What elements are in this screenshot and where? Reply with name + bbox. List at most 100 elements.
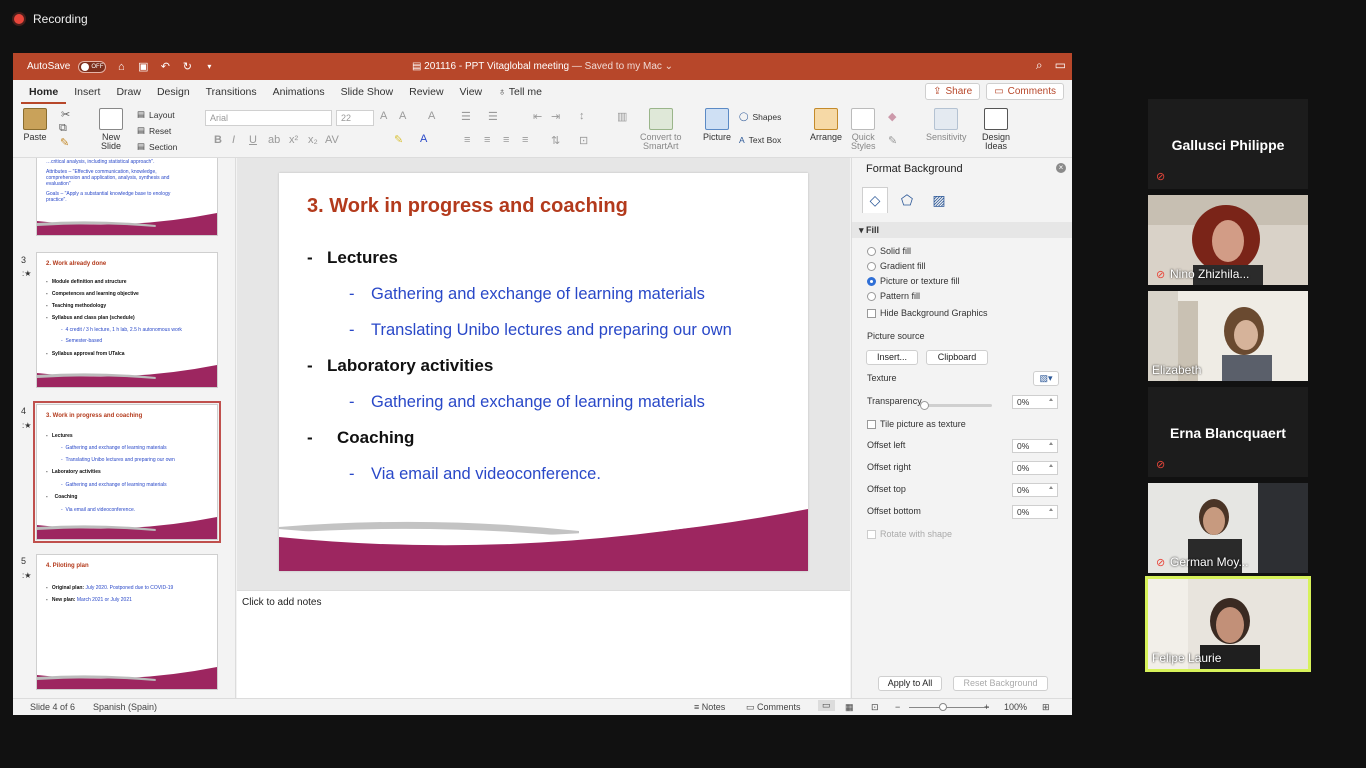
slider-knob[interactable]: [920, 401, 929, 410]
pattern-fill-option[interactable]: Pattern fill: [867, 291, 920, 301]
shapes-button[interactable]: ◯ Shapes: [739, 111, 781, 122]
picture-fill-option[interactable]: Picture or texture fill: [867, 276, 960, 286]
slide-thumbnail-4[interactable]: 3. Work in progress and coaching - Lectu…: [33, 401, 221, 543]
offset-bottom-field[interactable]: 0%: [1012, 505, 1058, 519]
tab-insert[interactable]: Insert: [66, 80, 108, 104]
columns-icon[interactable]: ▥: [617, 110, 627, 123]
subscript-icon[interactable]: x₂: [308, 134, 318, 146]
slide-thumbnail-2[interactable]: …critical analysis, including statistica…: [36, 158, 218, 236]
tab-review[interactable]: Review: [401, 80, 451, 104]
justify-icon[interactable]: ≡: [522, 134, 528, 146]
copy-icon[interactable]: ⧉: [59, 122, 67, 135]
home-icon[interactable]: ⌂: [114, 61, 128, 73]
slide-subbullet[interactable]: - Translating Unibo lectures and preparin…: [349, 321, 732, 340]
tile-texture-option[interactable]: Tile picture as texture: [867, 419, 966, 429]
offset-top-field[interactable]: 0%: [1012, 483, 1058, 497]
reset-button[interactable]: ▤ Reset: [137, 125, 171, 136]
slide-thumbnail-5[interactable]: 4. Piloting plan - Original plan: July 2…: [36, 554, 218, 690]
font-color-icon[interactable]: A: [420, 133, 427, 145]
texture-picker-icon[interactable]: ▧▾: [1033, 371, 1059, 386]
tab-transitions[interactable]: Transitions: [198, 80, 265, 104]
numbering-icon[interactable]: ☰: [488, 110, 498, 123]
participant-tile-active-speaker[interactable]: Felipe Laurie: [1145, 576, 1311, 672]
participant-tile[interactable]: ⊘ Nino Zhizhila...: [1148, 195, 1308, 285]
align-left-icon[interactable]: ≡: [464, 134, 470, 146]
tab-animations[interactable]: Animations: [265, 80, 333, 104]
align-text-icon[interactable]: ⊡: [579, 134, 588, 147]
slide-sorter-icon[interactable]: ▦: [845, 702, 854, 713]
rotate-with-shape-option[interactable]: Rotate with shape: [867, 529, 952, 539]
zoom-level[interactable]: 100%: [1004, 702, 1027, 712]
share-button[interactable]: ⇪ Share: [925, 83, 981, 100]
slide-thumbnail-3[interactable]: 2. Work already done - Module definition…: [36, 252, 218, 388]
participant-tile[interactable]: ⊘ German Moy...: [1148, 483, 1308, 573]
slide-editor[interactable]: 3. Work in progress and coaching - Lectur…: [237, 158, 850, 590]
checkbox[interactable]: [867, 419, 876, 429]
text-direction-icon[interactable]: ⇅: [551, 134, 560, 147]
gradient-fill-option[interactable]: Gradient fill: [867, 261, 926, 271]
slide-subbullet[interactable]: - Gathering and exchange of learning mate…: [349, 393, 705, 412]
design-ideas-button[interactable]: Design Ideas: [982, 108, 1010, 151]
tab-draw[interactable]: Draw: [108, 80, 149, 104]
checkbox[interactable]: [867, 308, 876, 318]
participant-tile[interactable]: Elizabeth: [1148, 291, 1308, 381]
offset-left-field[interactable]: 0%: [1012, 439, 1058, 453]
font-name-select[interactable]: Arial: [205, 110, 332, 126]
clipboard-button[interactable]: Clipboard: [926, 350, 988, 365]
reset-background-button[interactable]: Reset Background: [953, 676, 1048, 691]
highlight-icon[interactable]: ✎: [394, 133, 403, 146]
text-box-button[interactable]: A Text Box: [739, 135, 781, 145]
transparency-field[interactable]: 0%: [1012, 395, 1058, 409]
font-size-select[interactable]: 22: [336, 110, 374, 126]
character-spacing-icon[interactable]: AV: [325, 134, 339, 146]
current-slide[interactable]: 3. Work in progress and coaching - Lectur…: [279, 173, 808, 571]
account-icon[interactable]: ▭: [1055, 58, 1066, 73]
undo-icon[interactable]: ↶: [158, 60, 172, 73]
layout-button[interactable]: ▤ Layout: [137, 109, 175, 120]
clear-format-icon[interactable]: A: [428, 110, 435, 122]
checkbox[interactable]: [867, 529, 876, 539]
slide-title[interactable]: 3. Work in progress and coaching: [307, 195, 628, 218]
redo-icon[interactable]: ↻: [180, 60, 194, 73]
notes-area[interactable]: Click to add notes: [237, 590, 850, 699]
superscript-icon[interactable]: x²: [289, 134, 298, 146]
line-spacing-icon[interactable]: ↕: [579, 110, 585, 122]
picture-tab-icon[interactable]: ▨: [926, 187, 952, 213]
participant-tile[interactable]: Erna Blancquaert ⊘: [1148, 387, 1308, 477]
radio-button[interactable]: [867, 291, 876, 301]
slide-subbullet[interactable]: - Gathering and exchange of learning mate…: [349, 285, 705, 304]
strikethrough-icon[interactable]: ab: [268, 134, 280, 146]
italic-icon[interactable]: I: [232, 134, 235, 146]
tab-slide-show[interactable]: Slide Show: [333, 80, 402, 104]
autosave-toggle[interactable]: OFF: [78, 60, 107, 73]
increase-indent-icon[interactable]: ⇥: [551, 110, 560, 123]
solid-fill-option[interactable]: Solid fill: [867, 246, 911, 256]
radio-button[interactable]: [867, 261, 876, 271]
zoom-out-icon[interactable]: −: [895, 702, 900, 712]
close-icon[interactable]: ×: [1056, 163, 1066, 173]
tab-design[interactable]: Design: [149, 80, 198, 104]
align-center-icon[interactable]: ≡: [484, 134, 490, 146]
slide-subbullet[interactable]: - Via email and videoconference.: [349, 465, 601, 484]
slideshow-view-icon[interactable]: ⊡: [871, 702, 879, 713]
section-button[interactable]: ▤ Section: [137, 141, 177, 152]
shrink-font-icon[interactable]: A: [399, 110, 406, 122]
convert-smartart-button[interactable]: Convert to SmartArt: [640, 108, 682, 151]
new-slide-button[interactable]: New Slide: [99, 108, 123, 151]
shape-outline-icon[interactable]: ✎: [888, 134, 897, 147]
quick-styles-button[interactable]: Quick Styles: [851, 108, 876, 151]
align-right-icon[interactable]: ≡: [503, 134, 509, 146]
comments-toggle[interactable]: ▭ Comments: [746, 702, 801, 713]
slide-bullet-lectures[interactable]: - Lectures: [307, 248, 398, 268]
slide-thumbnails-pane[interactable]: …critical analysis, including statistica…: [13, 158, 236, 698]
apply-to-all-button[interactable]: Apply to All: [878, 676, 942, 691]
bold-icon[interactable]: B: [214, 134, 222, 146]
radio-button-selected[interactable]: [867, 276, 876, 286]
notes-toggle[interactable]: ≡ Notes: [694, 702, 725, 712]
customize-toolbar-icon[interactable]: ▾: [202, 62, 216, 71]
fill-tab-icon[interactable]: ◇: [862, 187, 888, 213]
save-icon[interactable]: ▣: [136, 60, 150, 73]
fit-to-window-icon[interactable]: ⊞: [1042, 702, 1050, 713]
grow-font-icon[interactable]: A: [380, 110, 387, 122]
language-indicator[interactable]: Spanish (Spain): [93, 702, 157, 712]
